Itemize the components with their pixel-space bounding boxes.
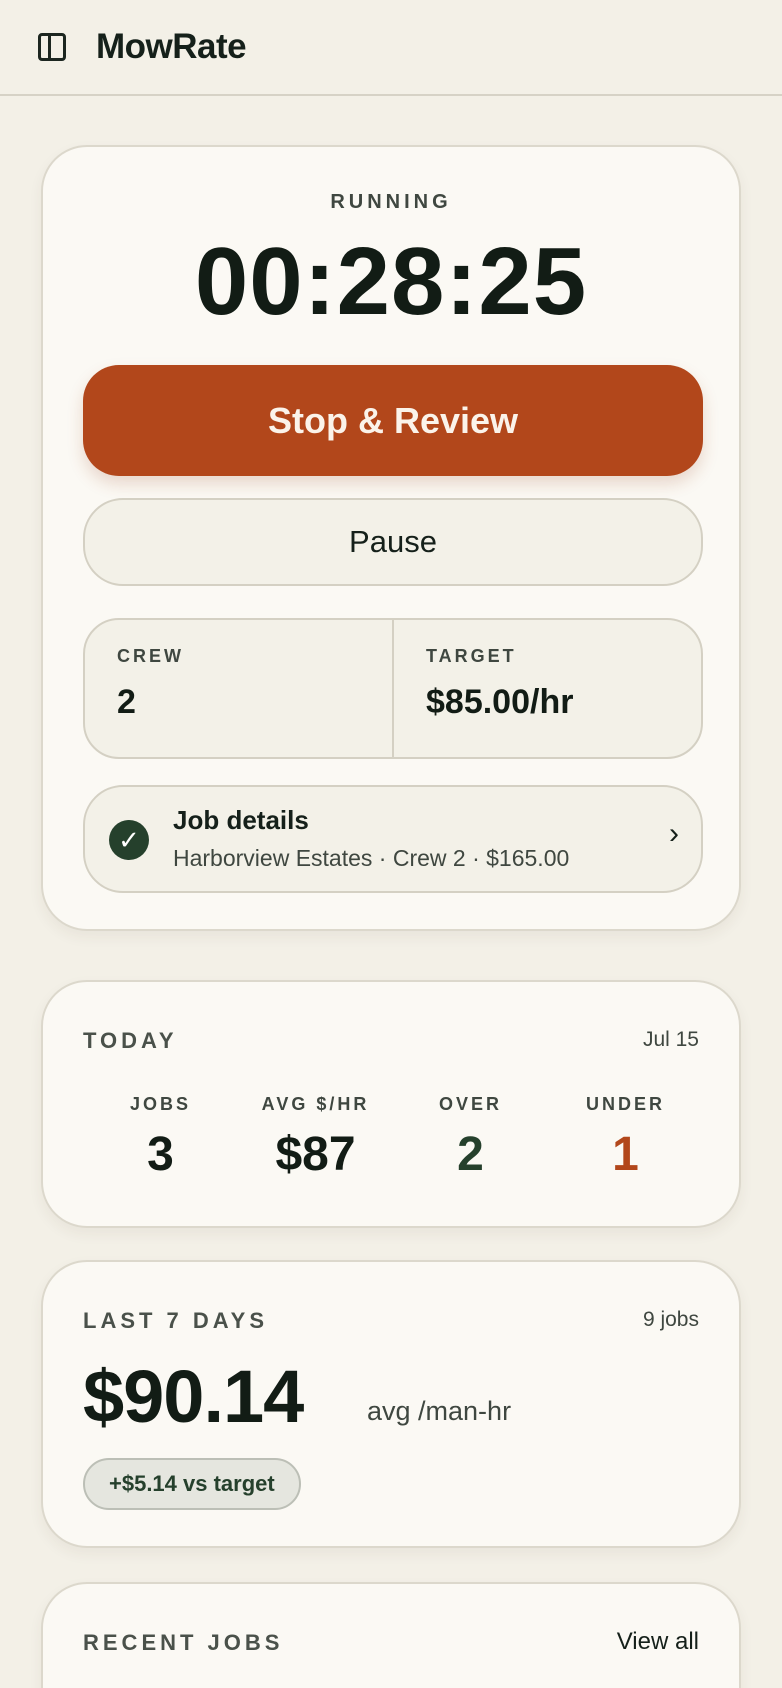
kpi-value: 1 <box>612 1128 639 1181</box>
timer-display: 00:28:25 <box>194 228 588 335</box>
kpi-label: AVG $/HR <box>261 1094 370 1114</box>
kpi-value: 2 <box>457 1128 484 1181</box>
recent-jobs-card: RECENT JOBS View all <box>41 1582 741 1688</box>
crew-label: CREW <box>117 646 184 666</box>
kpi-over: OVER 2 <box>393 1094 548 1182</box>
last7-jobs-count: 9 jobs <box>642 1308 699 1331</box>
today-kpis: JOBS 3 AVG $/HR $87 OVER 2 UNDER 1 <box>83 1094 703 1182</box>
sidebar-toggle-icon[interactable] <box>38 33 66 61</box>
target-stat[interactable]: TARGET $85.00/hr <box>392 620 701 757</box>
target-label: TARGET <box>426 646 517 666</box>
check-icon: ✓ <box>109 820 149 860</box>
kpi-jobs: JOBS 3 <box>83 1094 238 1182</box>
target-value: $85.00/hr <box>426 683 574 721</box>
pause-button[interactable]: Pause <box>83 498 703 586</box>
last-7-days-card: LAST 7 DAYS 9 jobs $90.14 avg /man-hr +$… <box>41 1260 741 1548</box>
app-title: MowRate <box>96 27 247 66</box>
kpi-value: 3 <box>147 1128 174 1181</box>
app-header: MowRate <box>0 0 782 96</box>
stop-review-button[interactable]: Stop & Review <box>83 365 703 476</box>
job-details-subtitle: Harborview Estates · Crew 2 · $165.00 <box>173 845 570 871</box>
kpi-avg-rate: AVG $/HR $87 <box>238 1094 393 1182</box>
job-details-row[interactable]: ✓ Job details Harborview Estates · Crew … <box>83 785 703 893</box>
last7-unit: avg /man-hr <box>367 1396 512 1426</box>
timer-status: RUNNING <box>330 191 452 213</box>
last7-title: LAST 7 DAYS <box>83 1308 269 1333</box>
kpi-label: UNDER <box>585 1094 665 1114</box>
kpi-under: UNDER 1 <box>548 1094 703 1182</box>
crew-target-box: CREW 2 TARGET $85.00/hr <box>83 618 703 759</box>
kpi-value: $87 <box>275 1128 356 1181</box>
today-title: TODAY <box>83 1028 178 1053</box>
crew-value: 2 <box>117 683 136 721</box>
kpi-label: OVER <box>438 1094 502 1114</box>
crew-stat[interactable]: CREW 2 <box>85 620 392 757</box>
last7-avg-value: $90.14 <box>83 1355 304 1438</box>
kpi-label: JOBS <box>129 1094 192 1114</box>
delta-badge: +$5.14 vs target <box>83 1458 301 1510</box>
recent-title: RECENT JOBS <box>83 1630 284 1655</box>
timer-card: RUNNING 00:28:25 Stop & Review Pause CRE… <box>41 145 741 931</box>
today-card: TODAY Jul 15 JOBS 3 AVG $/HR $87 OVER 2 … <box>41 980 741 1228</box>
chevron-right-icon: › <box>669 817 679 850</box>
job-details-title: Job details <box>173 805 309 835</box>
view-all-link[interactable]: View all <box>617 1628 699 1656</box>
today-date: Jul 15 <box>642 1028 699 1051</box>
